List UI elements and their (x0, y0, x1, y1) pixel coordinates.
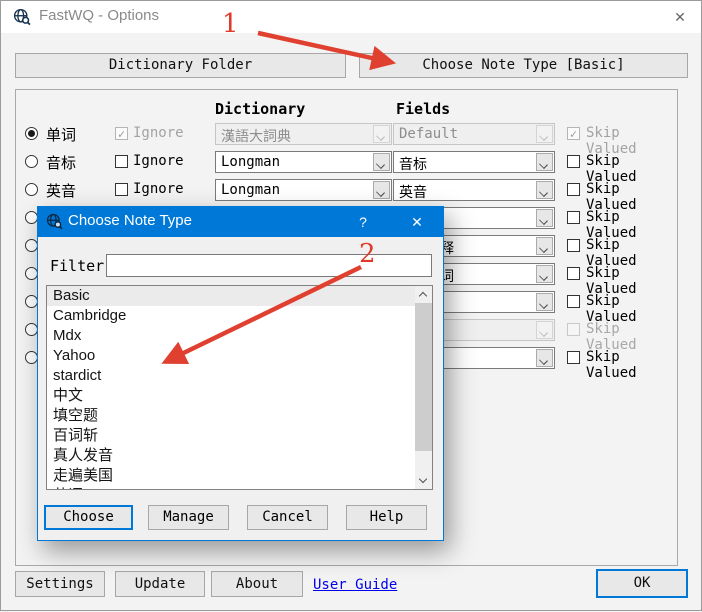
chevron-glyph (376, 132, 385, 141)
chevron-down-icon (536, 265, 553, 283)
skip-valued-checkbox[interactable] (567, 295, 580, 308)
chevron-down-icon (536, 349, 553, 367)
chevron-glyph (539, 216, 548, 225)
chevron-glyph (539, 160, 548, 169)
dictionary-folder-button[interactable]: Dictionary Folder (15, 53, 346, 78)
note-type-item[interactable]: Yahoo (47, 346, 432, 366)
note-type-item[interactable]: 中文 (47, 386, 432, 406)
note-type-item[interactable]: 走遍美国 (47, 466, 432, 486)
row-label: 单词 (46, 124, 76, 145)
skip-valued-checkbox[interactable]: ✓ (567, 127, 580, 140)
table-row: 单词✓Ignore漢語大詞典Default✓Skip Valued (16, 120, 677, 148)
ignore-checkbox[interactable] (115, 183, 128, 196)
choose-note-type-dialog: Choose Note Type ? ✕ Filter: BasicCambri… (37, 206, 444, 541)
chevron-glyph (539, 328, 548, 337)
ignore-checkbox[interactable] (115, 155, 128, 168)
options-window: FastWQ - Options ✕ Dictionary Folder Cho… (0, 0, 702, 611)
skip-valued-checkbox[interactable] (567, 211, 580, 224)
dictionary-select[interactable]: Longman (215, 151, 392, 173)
chevron-glyph (376, 160, 385, 169)
update-button[interactable]: Update (115, 571, 205, 597)
chevron-glyph (539, 272, 548, 281)
note-type-list: BasicCambridgeMdxYahoostardict中文填空题百词斩真人… (46, 285, 433, 490)
window-title: FastWQ - Options (39, 7, 159, 24)
column-header-fields: Fields (396, 100, 450, 118)
row-radio[interactable] (25, 155, 38, 168)
dictionary-select[interactable]: Longman (215, 179, 392, 201)
note-type-item[interactable]: 英语 (47, 486, 432, 490)
dialog-close-icon[interactable]: ✕ (405, 211, 429, 233)
ignore-checkbox[interactable]: ✓ (115, 127, 128, 140)
chevron-down-icon (536, 153, 553, 171)
note-type-item[interactable]: 百词斩 (47, 426, 432, 446)
fields-select[interactable]: Default (393, 123, 555, 145)
dialog-title: Choose Note Type (68, 212, 192, 229)
row-label: 音标 (46, 152, 76, 173)
chevron-glyph (539, 244, 548, 253)
choose-note-type-button[interactable]: Choose Note Type [Basic] (359, 53, 688, 78)
chevron-glyph (539, 132, 548, 141)
skip-valued-checkbox[interactable] (567, 351, 580, 364)
note-type-item[interactable]: Mdx (47, 326, 432, 346)
user-guide-link[interactable]: User Guide (313, 577, 397, 593)
row-label: 英音 (46, 180, 76, 201)
chevron-down-icon (373, 125, 390, 143)
skip-valued-checkbox[interactable] (567, 267, 580, 280)
chevron-down-icon (536, 237, 553, 255)
table-row: 音标IgnoreLongman音标Skip Valued (16, 148, 677, 176)
skip-valued-checkbox[interactable] (567, 239, 580, 252)
ignore-label: Ignore (133, 153, 184, 169)
dictionary-select[interactable]: 漢語大詞典 (215, 123, 392, 145)
fields-select[interactable]: 英音 (393, 179, 555, 201)
note-type-item[interactable]: Cambridge (47, 306, 432, 326)
column-header-dictionary: Dictionary (215, 100, 305, 118)
row-radio[interactable] (25, 183, 38, 196)
scroll-down-icon[interactable] (415, 472, 432, 489)
ok-button[interactable]: OK (596, 569, 688, 598)
chevron-glyph (539, 300, 548, 309)
note-type-item[interactable]: stardict (47, 366, 432, 386)
note-type-item[interactable]: 真人发音 (47, 446, 432, 466)
chevron-down-icon (536, 125, 553, 143)
filter-label: Filter: (50, 257, 113, 275)
chevron-down-icon (536, 209, 553, 227)
dialog-title-bar: Choose Note Type ? ✕ (38, 207, 443, 237)
help-button[interactable]: Help (346, 505, 427, 530)
chevron-glyph (539, 356, 548, 365)
table-row: 英音IgnoreLongman英音Skip Valued (16, 176, 677, 204)
cancel-button[interactable]: Cancel (247, 505, 328, 530)
chevron-down-icon (536, 321, 553, 339)
settings-button[interactable]: Settings (15, 571, 105, 597)
fastwq-globe-icon (13, 8, 31, 30)
chevron-down-icon (373, 153, 390, 171)
dialog-help-icon[interactable]: ? (351, 211, 375, 233)
scrollbar-thumb[interactable] (415, 303, 432, 451)
skip-valued-checkbox[interactable] (567, 183, 580, 196)
ignore-label: Ignore (133, 125, 184, 141)
skip-valued-checkbox[interactable] (567, 323, 580, 336)
chevron-glyph (539, 188, 548, 197)
title-bar: FastWQ - Options ✕ (1, 1, 701, 33)
about-button[interactable]: About (211, 571, 303, 597)
manage-button[interactable]: Manage (148, 505, 229, 530)
chevron-down-icon (536, 181, 553, 199)
close-icon[interactable]: ✕ (667, 5, 693, 29)
skip-valued-label: Skip Valued (586, 349, 677, 381)
choose-button[interactable]: Choose (44, 505, 133, 530)
chevron-glyph (376, 188, 385, 197)
fastwq-globe-icon (46, 213, 63, 234)
note-type-item[interactable]: 填空题 (47, 406, 432, 426)
note-type-item[interactable]: Basic (47, 286, 432, 306)
filter-input[interactable] (106, 254, 432, 277)
list-scrollbar[interactable] (415, 286, 432, 489)
annotation-number-1: 1 (222, 9, 239, 39)
scroll-up-icon[interactable] (415, 286, 432, 303)
fields-select[interactable]: 音标 (393, 151, 555, 173)
chevron-down-icon (536, 293, 553, 311)
skip-valued-checkbox[interactable] (567, 155, 580, 168)
row-radio[interactable] (25, 127, 38, 140)
chevron-down-icon (373, 181, 390, 199)
ignore-label: Ignore (133, 181, 184, 197)
annotation-number-2: 2 (359, 239, 376, 269)
